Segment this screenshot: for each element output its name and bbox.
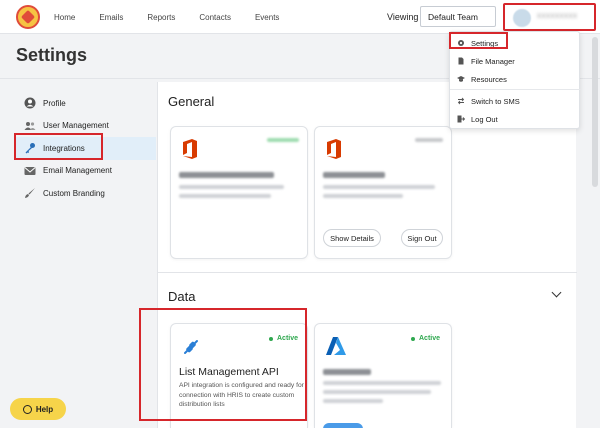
sidebar-item-label: Email Management	[43, 166, 112, 176]
user-name-blurred: xxxxxxxxx	[537, 11, 578, 20]
logout-icon	[457, 115, 465, 123]
annotation-highlight-integrations	[14, 133, 103, 160]
card-desc-blurred	[179, 185, 284, 189]
app-logo[interactable]	[16, 5, 40, 29]
avatar	[513, 9, 531, 27]
status-badge-blurred	[415, 138, 443, 142]
show-details-button[interactable]: Show Details	[323, 229, 381, 247]
team-select[interactable]: Default Team	[420, 6, 496, 27]
card-title-blurred	[179, 172, 274, 178]
sidebar-item-email-management[interactable]: Email Management	[16, 160, 156, 183]
chevron-down-icon[interactable]	[551, 287, 562, 298]
menu-item-file-manager[interactable]: File Manager	[450, 52, 581, 70]
office-logo-icon	[183, 139, 197, 159]
sidebar-item-label: User Management	[43, 121, 109, 131]
divider	[158, 272, 577, 273]
card-title-blurred	[323, 172, 385, 178]
nav-links: Home Emails Reports Contacts Events	[54, 0, 303, 34]
menu-item-switch-to-sms[interactable]: Switch to SMS	[450, 92, 581, 110]
card-desc-blurred	[323, 390, 431, 394]
section-heading-general: General	[168, 94, 215, 109]
card-desc-blurred	[323, 185, 435, 189]
envelope-icon	[24, 166, 36, 175]
nav-emails[interactable]: Emails	[99, 13, 123, 22]
nav-reports[interactable]: Reports	[147, 13, 175, 22]
page-title: Settings	[16, 45, 88, 65]
annotation-highlight-settings	[449, 32, 508, 49]
user-menu-button[interactable]: xxxxxxxxx	[503, 3, 596, 31]
card-desc-blurred	[179, 194, 271, 198]
users-icon	[24, 121, 36, 130]
help-icon	[22, 404, 32, 414]
viewing-label: Viewing	[387, 12, 419, 22]
user-circle-icon	[24, 97, 36, 109]
divider	[450, 89, 581, 90]
menu-item-log-out[interactable]: Log Out	[450, 110, 581, 128]
integration-card-azure[interactable]: Active	[314, 323, 452, 428]
integration-card-office-2[interactable]: Show Details Sign Out	[314, 126, 452, 259]
card-title-blurred	[323, 369, 371, 375]
status-badge-blurred	[267, 138, 299, 142]
switch-icon	[457, 97, 465, 105]
integration-card-office-1[interactable]	[170, 126, 308, 259]
card-desc-blurred	[323, 399, 383, 403]
nav-events[interactable]: Events	[255, 13, 279, 22]
file-icon	[458, 57, 464, 65]
status-badge: Active	[411, 335, 440, 342]
sidebar-item-label: Profile	[43, 98, 66, 108]
sidebar-item-profile[interactable]: Profile	[16, 92, 156, 115]
section-heading-data: Data	[168, 289, 196, 304]
card-desc-blurred	[323, 381, 441, 385]
nav-contacts[interactable]: Contacts	[199, 13, 231, 22]
graduation-cap-icon	[457, 76, 465, 82]
brush-icon	[25, 188, 35, 198]
scrollbar[interactable]	[592, 37, 598, 187]
card-desc-blurred	[323, 194, 403, 198]
sidebar-item-custom-branding[interactable]: Custom Branding	[16, 182, 156, 205]
azure-logo-icon	[326, 337, 346, 355]
help-button[interactable]: Help	[10, 398, 66, 420]
top-nav: Home Emails Reports Contacts Events View…	[0, 0, 600, 34]
office-logo-icon	[327, 139, 341, 159]
nav-home[interactable]: Home	[54, 13, 75, 22]
azure-action-button[interactable]	[323, 423, 363, 428]
sign-out-button[interactable]: Sign Out	[401, 229, 443, 247]
sidebar-item-label: Custom Branding	[43, 188, 105, 198]
annotation-highlight-list-api	[139, 308, 307, 421]
menu-item-resources[interactable]: Resources	[450, 70, 581, 88]
